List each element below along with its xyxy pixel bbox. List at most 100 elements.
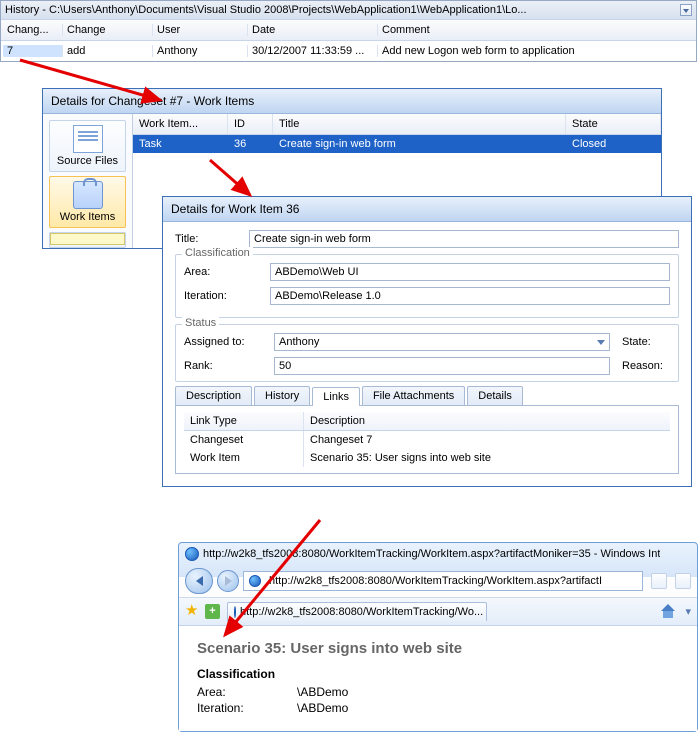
history-column-headers: Chang... Change User Date Comment [1, 19, 696, 41]
lbl-area: Area: [184, 266, 270, 278]
browser-tab[interactable]: http://w2k8_tfs2008:8080/WorkItemTrackin… [227, 602, 487, 621]
home-dropdown-icon[interactable]: ▾ [685, 605, 691, 618]
favorites-icon[interactable] [185, 604, 201, 620]
link-desc-1: Scenario 35: User signs into web site [304, 449, 670, 467]
field-assigned[interactable]: Anthony [274, 333, 610, 351]
scenario-section: Classification [197, 667, 679, 681]
tab-page-icon [234, 606, 236, 618]
wi-header: Work Item... ID Title State [133, 114, 661, 135]
link-type-1: Work Item [184, 449, 304, 467]
scen-area-value: \ABDemo [297, 685, 348, 699]
group-status: Status Assigned to: Anthony State: Rank:… [175, 324, 679, 382]
scenario-heading: Scenario 35: User signs into web site [197, 640, 679, 657]
wi-row-selected[interactable]: Task 36 Create sign-in web form Closed [133, 135, 661, 153]
field-title[interactable]: Create sign-in web form [249, 230, 679, 248]
workitem-panel: Details for Work Item 36 Title: Create s… [162, 196, 692, 487]
wi-cell-id: 36 [228, 135, 273, 153]
address-bar[interactable]: http://w2k8_tfs2008:8080/WorkItemTrackin… [243, 571, 643, 591]
changeset-title: Details for Changeset #7 - Work Items [43, 89, 661, 114]
col-changeset[interactable]: Chang... [3, 24, 63, 36]
grp-title-status: Status [182, 317, 219, 329]
link-type-0: Changeset [184, 431, 304, 449]
wi-cell-title: Create sign-in web form [273, 135, 566, 153]
browser-content: Scenario 35: User signs into web site Cl… [179, 625, 697, 731]
link-desc-0: Changeset 7 [304, 431, 670, 449]
nav-work-items[interactable]: Work Items [49, 176, 126, 228]
lbl-rank: Rank: [184, 360, 274, 372]
wi-col-state[interactable]: State [566, 114, 661, 134]
wi-col-type[interactable]: Work Item... [133, 114, 228, 134]
ie-icon [185, 547, 199, 561]
changeset-nav: Source Files Work Items [43, 114, 133, 248]
field-rank[interactable]: 50 [274, 357, 610, 375]
back-button[interactable] [185, 568, 213, 594]
links-col-desc[interactable]: Description [304, 412, 670, 430]
link-row[interactable]: Work Item Scenario 35: User signs into w… [184, 449, 670, 467]
browser-title-text: http://w2k8_tfs2008:8080/WorkItemTrackin… [203, 548, 660, 560]
workitem-title: Details for Work Item 36 [163, 197, 691, 222]
work-items-icon [73, 181, 103, 209]
nav-notes[interactable] [49, 232, 126, 248]
col-change[interactable]: Change [63, 24, 153, 36]
field-iteration[interactable]: ABDemo\Release 1.0 [270, 287, 670, 305]
nav-source-label: Source Files [57, 155, 118, 167]
history-dropdown-icon[interactable] [680, 4, 692, 16]
scen-iter-label: Iteration: [197, 701, 297, 715]
arrow-left-icon [196, 576, 203, 586]
workitem-tabs: Description History Links File Attachmen… [163, 386, 691, 405]
nav-work-label: Work Items [60, 211, 115, 223]
grp-title-classification: Classification [182, 247, 253, 259]
stop-button[interactable] [675, 573, 691, 589]
lbl-assigned: Assigned to: [184, 336, 274, 348]
tab-description[interactable]: Description [175, 386, 252, 405]
lbl-reason: Reason: [610, 360, 670, 372]
links-header: Link Type Description [184, 412, 670, 431]
browser-window: http://w2k8_tfs2008:8080/WorkItemTrackin… [178, 542, 698, 732]
page-icon [249, 575, 261, 587]
history-title-text: History - C:\Users\Anthony\Documents\Vis… [5, 4, 527, 16]
field-area[interactable]: ABDemo\Web UI [270, 263, 670, 281]
address-text: http://w2k8_tfs2008:8080/WorkItemTrackin… [269, 575, 602, 587]
wi-cell-type: Task [133, 135, 228, 153]
group-classification: Classification Area: ABDemo\Web UI Itera… [175, 254, 679, 318]
col-date[interactable]: Date [248, 24, 378, 36]
tab-attachments[interactable]: File Attachments [362, 386, 465, 405]
wi-col-id[interactable]: ID [228, 114, 273, 134]
tab-history[interactable]: History [254, 386, 310, 405]
link-row[interactable]: Changeset Changeset 7 [184, 431, 670, 449]
lbl-title: Title: [175, 233, 249, 245]
history-panel: History - C:\Users\Anthony\Documents\Vis… [0, 0, 697, 62]
refresh-button[interactable] [651, 573, 667, 589]
wi-cell-state: Closed [566, 135, 661, 153]
cell-comment: Add new Logon web form to application [378, 45, 694, 57]
history-title-bar: History - C:\Users\Anthony\Documents\Vis… [1, 1, 696, 19]
cell-date: 30/12/2007 11:33:59 ... [248, 45, 378, 57]
browser-toolbar: http://w2k8_tfs2008:8080/WorkItemTrackin… [179, 565, 697, 597]
scen-iter-value: \ABDemo [297, 701, 348, 715]
nav-source-files[interactable]: Source Files [49, 120, 126, 172]
history-row[interactable]: 7 add Anthony 30/12/2007 11:33:59 ... Ad… [1, 41, 696, 61]
cell-changeset: 7 [3, 45, 63, 57]
arrow-right-icon [225, 576, 232, 586]
wi-col-title[interactable]: Title [273, 114, 566, 134]
browser-tab-title: http://w2k8_tfs2008:8080/WorkItemTrackin… [240, 606, 483, 618]
notes-icon [50, 233, 125, 245]
links-tab-content: Link Type Description Changeset Changese… [175, 405, 679, 474]
col-comment[interactable]: Comment [378, 24, 694, 36]
cell-user: Anthony [153, 45, 248, 57]
forward-button[interactable] [217, 570, 239, 592]
lbl-iteration: Iteration: [184, 290, 270, 302]
add-favorite-icon[interactable]: + [205, 604, 220, 619]
browser-titlebar: http://w2k8_tfs2008:8080/WorkItemTrackin… [179, 543, 697, 565]
tab-links[interactable]: Links [312, 387, 360, 406]
field-assigned-value: Anthony [279, 336, 319, 348]
links-col-type[interactable]: Link Type [184, 412, 304, 430]
tab-details[interactable]: Details [467, 386, 523, 405]
home-icon[interactable] [661, 604, 677, 620]
lbl-state: State: [610, 336, 670, 348]
browser-tabbar: + http://w2k8_tfs2008:8080/WorkItemTrack… [179, 597, 697, 625]
col-user[interactable]: User [153, 24, 248, 36]
source-files-icon [73, 125, 103, 153]
scen-area-label: Area: [197, 685, 297, 699]
chevron-down-icon [597, 340, 605, 345]
